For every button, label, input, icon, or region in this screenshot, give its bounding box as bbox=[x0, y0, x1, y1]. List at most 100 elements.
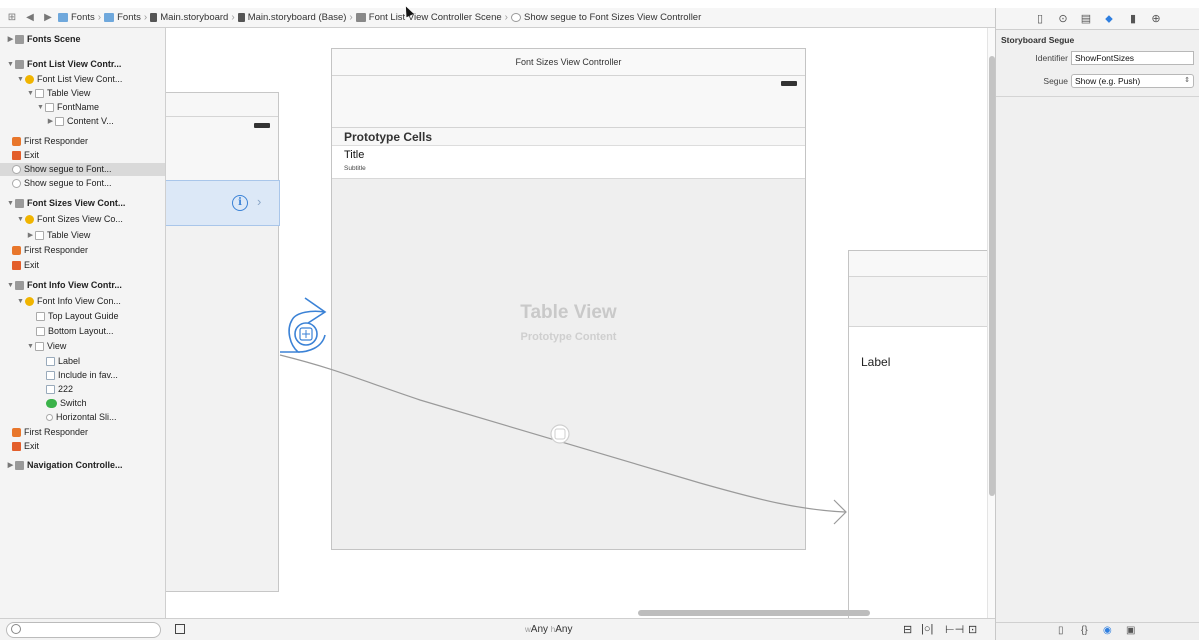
crumb-scene[interactable]: Font List View Controller Scene bbox=[355, 12, 502, 23]
navigation-bar[interactable] bbox=[332, 76, 805, 128]
font-info-scene[interactable]: Label bbox=[848, 250, 988, 620]
cell-title[interactable]: Title bbox=[344, 149, 364, 161]
outline-item[interactable]: ▼ Font List View Cont... bbox=[16, 73, 122, 86]
scene-dock bbox=[849, 251, 988, 277]
object-library-icon[interactable]: ◉ bbox=[1103, 625, 1112, 636]
scene-icon bbox=[15, 60, 24, 69]
vertical-scrollbar[interactable] bbox=[987, 28, 995, 618]
file-inspector-icon[interactable]: ▯ bbox=[1032, 11, 1048, 27]
outline-item[interactable]: Top Layout Guide bbox=[36, 310, 119, 323]
outline-item[interactable]: 222 bbox=[46, 383, 73, 396]
outline-item[interactable]: ▼ Table View bbox=[26, 87, 90, 100]
prototype-cells-header: Prototype Cells bbox=[332, 128, 805, 146]
crumb-storyboard[interactable]: Main.storyboard bbox=[150, 12, 228, 23]
table-view-placeholder: Table View bbox=[520, 302, 617, 323]
outline-item[interactable]: ▼ View bbox=[26, 340, 66, 353]
outline-item[interactable]: Label bbox=[46, 355, 80, 368]
outline-item[interactable]: Show segue to Font... bbox=[12, 177, 112, 190]
first-responder-icon bbox=[12, 137, 21, 146]
quick-help-icon[interactable]: ⊙ bbox=[1055, 11, 1071, 27]
outline-item[interactable]: Horizontal Sli... bbox=[46, 411, 117, 424]
align-icon[interactable]: ⊟ bbox=[903, 623, 912, 636]
outline-item[interactable]: ▼ Font List View Contr... bbox=[6, 58, 121, 71]
crumb-segue[interactable]: Show segue to Font Sizes View Controller bbox=[511, 12, 701, 23]
cell-subtitle[interactable]: Subtitle bbox=[344, 165, 366, 172]
connections-inspector-icon[interactable]: ⊕ bbox=[1148, 11, 1164, 27]
outline-item[interactable]: First Responder bbox=[12, 244, 88, 257]
scene-title[interactable]: Font Sizes View Controller bbox=[332, 49, 805, 76]
scene-dock bbox=[166, 93, 278, 117]
outline-item[interactable]: Exit bbox=[12, 149, 39, 162]
storyboard-file-icon bbox=[150, 13, 158, 22]
outline-item[interactable]: Exit bbox=[12, 259, 39, 272]
outline-item[interactable]: First Responder bbox=[12, 135, 88, 148]
outline-item[interactable]: Switch bbox=[46, 397, 87, 410]
pin-icon[interactable]: |○| bbox=[921, 623, 933, 635]
outline-item[interactable]: Show segue to Font... bbox=[12, 163, 112, 176]
scene-icon bbox=[15, 461, 24, 470]
prototype-cell[interactable]: Title Subtitle bbox=[332, 146, 805, 179]
battery-icon bbox=[781, 81, 797, 86]
exit-icon bbox=[12, 151, 21, 160]
document-outline: ▶ Fonts Scene ▼ Font List View Contr... ▼ F… bbox=[0, 28, 166, 618]
outline-item[interactable]: ▶ Table View bbox=[26, 229, 90, 242]
font-sizes-scene[interactable]: Font Sizes View Controller Prototype Cel… bbox=[331, 48, 806, 550]
crumb-storyboard-base[interactable]: Main.storyboard (Base) bbox=[237, 12, 346, 23]
back-arrow-icon[interactable]: ◀ bbox=[22, 11, 38, 25]
outline-item[interactable]: ▼ Font Sizes View Cont... bbox=[6, 197, 125, 210]
crumb-project[interactable]: Fonts bbox=[58, 12, 95, 23]
label-icon bbox=[46, 357, 55, 366]
outline-item[interactable]: Exit bbox=[12, 440, 39, 453]
outline-item[interactable]: ▼ Font Info View Contr... bbox=[6, 279, 122, 292]
navigation-bar[interactable] bbox=[849, 277, 988, 327]
file-template-icon[interactable]: ▯ bbox=[1058, 625, 1064, 636]
size-class-control[interactable]: wAny hAny bbox=[525, 624, 572, 635]
project-icon bbox=[58, 13, 68, 22]
disclosure-icon: ▼ bbox=[27, 90, 34, 97]
disclosure-icon: ▼ bbox=[7, 200, 14, 207]
table-view-icon bbox=[35, 89, 44, 98]
outline-filter-field[interactable] bbox=[6, 622, 161, 638]
size-inspector-icon[interactable]: ▮ bbox=[1125, 11, 1141, 27]
attributes-inspector-icon[interactable]: ⬥ bbox=[1101, 11, 1117, 27]
info-icon[interactable]: i bbox=[232, 195, 248, 211]
filter-icon bbox=[11, 624, 21, 634]
horizontal-scrollbar-thumb[interactable] bbox=[638, 610, 870, 616]
select-arrows-icon: ⇕ bbox=[1184, 77, 1190, 84]
media-library-icon[interactable]: ▣ bbox=[1126, 625, 1135, 636]
code-snippet-icon[interactable]: {} bbox=[1081, 625, 1088, 636]
forward-arrow-icon[interactable]: ▶ bbox=[40, 11, 56, 25]
outline-item[interactable]: First Responder bbox=[12, 426, 88, 439]
font-list-scene[interactable] bbox=[166, 92, 279, 592]
font-info-label[interactable]: Label bbox=[861, 355, 890, 369]
content-view-icon bbox=[55, 117, 64, 126]
segue-kind-select[interactable]: Show (e.g. Push) ⇕ bbox=[1071, 74, 1194, 88]
outline-item[interactable]: ▼ Font Sizes View Co... bbox=[16, 213, 123, 226]
label-icon bbox=[46, 371, 55, 380]
scene-icon bbox=[15, 281, 24, 290]
navigation-bar[interactable] bbox=[166, 117, 278, 181]
outline-item[interactable]: ▼ FontName bbox=[36, 101, 99, 114]
scene-icon bbox=[355, 13, 366, 22]
outline-item[interactable]: ▶ Content V... bbox=[46, 115, 114, 128]
font-name-cell[interactable]: i › bbox=[166, 180, 280, 226]
resolve-constraints-icon[interactable]: ⊢⊣ bbox=[945, 623, 964, 636]
disclosure-icon: ▼ bbox=[17, 298, 24, 305]
chevron-right-icon: › bbox=[257, 194, 262, 209]
outline-item[interactable]: ▶ Navigation Controlle... bbox=[6, 459, 123, 472]
exit-icon bbox=[12, 261, 21, 270]
outline-item[interactable]: ▼ Font Info View Con... bbox=[16, 295, 121, 308]
identifier-label: Identifier bbox=[1035, 53, 1068, 63]
first-responder-icon bbox=[12, 428, 21, 437]
identifier-field[interactable]: ShowFontSizes bbox=[1071, 51, 1194, 65]
label-icon bbox=[46, 385, 55, 394]
toggle-outline-icon[interactable] bbox=[175, 624, 185, 634]
outline-item[interactable]: Include in fav... bbox=[46, 369, 118, 382]
outline-item[interactable]: Bottom Layout... bbox=[36, 325, 114, 338]
related-items-icon[interactable]: ⊞ bbox=[4, 11, 20, 25]
outline-item[interactable]: ▶ Fonts Scene bbox=[6, 33, 81, 46]
identity-inspector-icon[interactable]: ▤ bbox=[1078, 11, 1094, 27]
layout-guide-icon bbox=[36, 327, 45, 336]
resizing-icon[interactable]: ⊡ bbox=[968, 623, 977, 636]
crumb-folder[interactable]: Fonts bbox=[104, 12, 141, 23]
